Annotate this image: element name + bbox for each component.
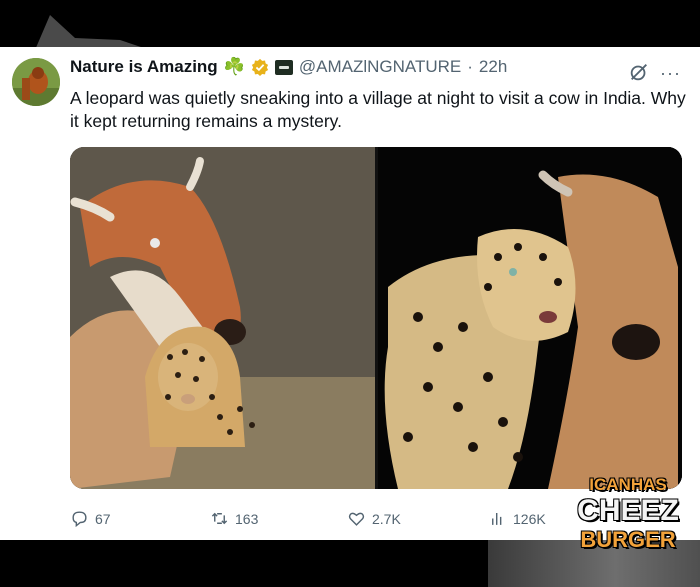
timestamp[interactable]: 22h — [479, 57, 507, 77]
views-button[interactable]: 126K — [488, 509, 546, 528]
watermark-line-3: BURGER — [580, 527, 676, 552]
affiliate-badge-icon[interactable] — [274, 59, 293, 75]
tweet-header: Nature is Amazing ☘️ @AMAZlNGNATURE · 22… — [70, 57, 507, 77]
tweet-text: A leopard was quietly sneaking into a vi… — [70, 88, 686, 131]
views-count: 126K — [513, 510, 546, 527]
clover-icon: ☘️ — [223, 57, 245, 76]
photo-cow-and-leopard-2[interactable] — [378, 147, 682, 489]
views-icon — [492, 512, 502, 525]
heart-icon — [348, 512, 365, 526]
photo-left-illustration — [70, 147, 375, 489]
separator-dot: · — [467, 57, 473, 76]
grok-icon[interactable] — [628, 61, 650, 83]
more-icon[interactable]: ··· — [660, 63, 681, 84]
media-grid[interactable] — [70, 147, 682, 489]
photo-right-illustration — [378, 147, 682, 489]
photo-cow-and-leopard-1[interactable] — [70, 147, 375, 489]
orangutan-avatar-image — [12, 58, 60, 106]
like-button[interactable]: 2.7K — [347, 509, 401, 528]
reply-count: 67 — [95, 510, 111, 527]
user-handle[interactable]: @AMAZlNGNATURE — [299, 57, 461, 77]
watermark-line-2: CHEEZ — [577, 494, 679, 527]
cat-ear-shape — [35, 15, 150, 50]
avatar[interactable] — [12, 58, 60, 106]
top-background — [0, 0, 700, 50]
icanhascheezburger-watermark: ICANHAS CHEEZ BURGER — [568, 475, 688, 575]
watermark-line-1: ICANHAS — [589, 475, 667, 494]
repost-button[interactable]: 163 — [210, 509, 258, 528]
repost-count: 163 — [235, 510, 259, 527]
reply-button[interactable]: 67 — [70, 509, 111, 528]
like-count: 2.7K — [372, 510, 401, 527]
repost-icon — [211, 512, 228, 525]
reply-icon — [72, 511, 87, 528]
display-name[interactable]: Nature is Amazing — [70, 57, 218, 77]
tweet-card[interactable]: Nature is Amazing ☘️ @AMAZlNGNATURE · 22… — [0, 47, 700, 540]
verified-badge-icon[interactable] — [251, 58, 269, 76]
